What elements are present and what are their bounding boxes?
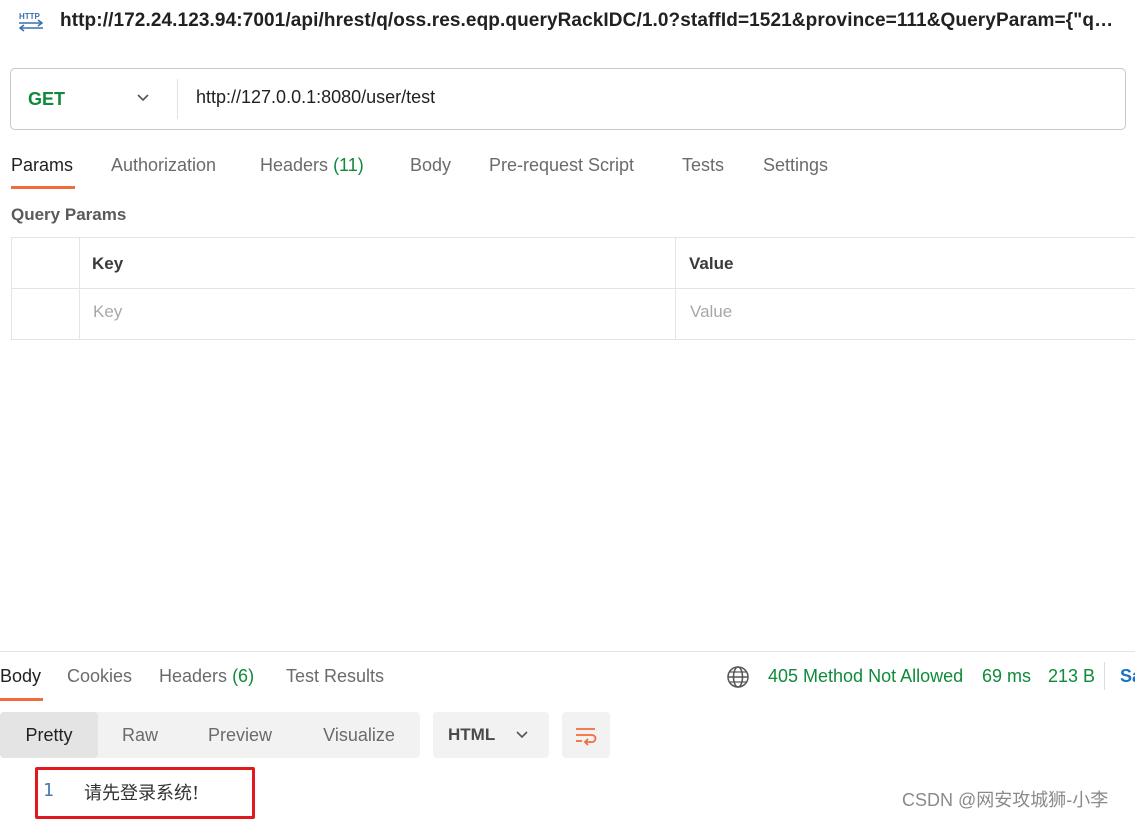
tab-headers-count: (11) bbox=[333, 155, 364, 175]
response-tab-cookies[interactable]: Cookies bbox=[67, 666, 132, 687]
column-header-value: Value bbox=[689, 254, 734, 273]
tab-pre-request-script[interactable]: Pre-request Script bbox=[489, 155, 634, 176]
response-tab-test-results[interactable]: Test Results bbox=[286, 666, 384, 687]
response-tab-headers[interactable]: Headers (6) bbox=[159, 666, 254, 687]
tab-tests[interactable]: Tests bbox=[682, 155, 724, 176]
query-params-table: Key Value bbox=[11, 237, 1135, 340]
response-tab-headers-label: Headers bbox=[159, 666, 228, 686]
column-header-key: Key bbox=[92, 254, 124, 273]
url-divider bbox=[177, 79, 178, 119]
wrap-lines-icon bbox=[576, 728, 597, 746]
view-mode-pretty[interactable]: Pretty bbox=[0, 712, 98, 758]
response-status[interactable]: 405 Method Not Allowed bbox=[768, 666, 963, 687]
tab-headers[interactable]: Headers (11) bbox=[260, 155, 364, 176]
watermark: CSDN @网安攻城狮-小李 bbox=[902, 790, 1109, 810]
http-icon: HTTP bbox=[18, 12, 44, 32]
response-tab-body-indicator bbox=[0, 698, 43, 701]
tab-params-indicator bbox=[11, 186, 75, 189]
tab-settings[interactable]: Settings bbox=[763, 155, 828, 176]
request-title-bar: HTTP http://172.24.123.94:7001/api/hrest… bbox=[0, 0, 1135, 44]
format-select[interactable]: HTML bbox=[433, 712, 549, 758]
save-response-button[interactable]: Sa bbox=[1120, 666, 1135, 687]
param-value-input[interactable] bbox=[690, 302, 1130, 322]
response-tab-body[interactable]: Body bbox=[0, 666, 41, 687]
view-mode-preview[interactable]: Preview bbox=[182, 712, 298, 758]
chevron-down-icon[interactable] bbox=[136, 91, 150, 105]
table-row-divider bbox=[11, 288, 1135, 289]
query-params-heading: Query Params bbox=[11, 205, 127, 224]
url-input[interactable] bbox=[196, 87, 1096, 108]
response-tab-headers-count: (6) bbox=[232, 666, 255, 686]
url-bar: GET bbox=[10, 68, 1126, 130]
tab-headers-label: Headers bbox=[260, 155, 329, 175]
svg-text:HTTP: HTTP bbox=[19, 12, 41, 21]
response-size[interactable]: 213 B bbox=[1048, 666, 1095, 687]
response-divider bbox=[0, 651, 1135, 652]
method-select[interactable]: GET bbox=[28, 89, 65, 110]
chevron-down-icon bbox=[516, 731, 528, 739]
wrap-lines-button[interactable] bbox=[562, 712, 610, 758]
view-mode-visualize[interactable]: Visualize bbox=[298, 712, 420, 758]
request-title[interactable]: http://172.24.123.94:7001/api/hrest/q/os… bbox=[60, 10, 1120, 32]
tab-body[interactable]: Body bbox=[410, 155, 451, 176]
param-key-input[interactable] bbox=[93, 302, 653, 322]
format-label: HTML bbox=[448, 725, 496, 744]
highlight-annotation-box bbox=[35, 767, 255, 819]
tab-params[interactable]: Params bbox=[11, 155, 73, 176]
globe-icon[interactable] bbox=[726, 665, 750, 689]
response-time[interactable]: 69 ms bbox=[982, 666, 1031, 687]
response-meta-divider bbox=[1104, 662, 1105, 690]
tab-authorization[interactable]: Authorization bbox=[111, 155, 216, 176]
view-mode-raw[interactable]: Raw bbox=[98, 712, 182, 758]
view-mode-selector: Pretty Raw Preview Visualize bbox=[0, 712, 420, 758]
